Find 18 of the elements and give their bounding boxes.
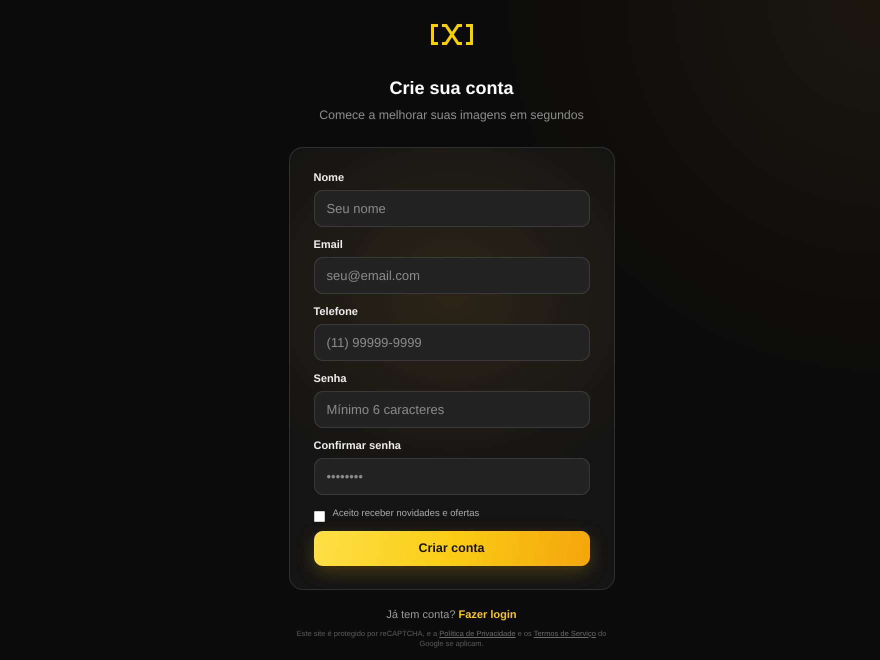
field-label: Confirmar senha	[314, 439, 402, 453]
field-label: Senha	[314, 372, 348, 386]
input-field[interactable]: ••••••••	[314, 458, 590, 495]
page-title: Crie sua conta	[389, 77, 514, 100]
input-field[interactable]: Mínimo 6 caracteres	[314, 391, 590, 428]
login-prompt: Já tem conta? Fazer login	[386, 608, 517, 622]
field-label: Telefone	[314, 305, 359, 319]
field-label: Nome	[314, 171, 346, 185]
input-field[interactable]: seu@email.com	[314, 257, 590, 294]
checkbox-label: Aceito receber novidades e ofertas	[332, 508, 480, 520]
input-field[interactable]: Seu nome	[314, 190, 590, 227]
create-account-button[interactable]: Criar conta	[314, 531, 590, 566]
page-subtitle: Comece a melhorar suas imagens em segundos	[319, 107, 584, 123]
checkbox[interactable]	[314, 511, 324, 522]
field-label: Email	[314, 238, 344, 252]
input-field[interactable]: (11) 99999-9999	[314, 324, 590, 361]
logo-icon	[430, 24, 472, 45]
login-link[interactable]: Fazer login	[458, 609, 517, 621]
